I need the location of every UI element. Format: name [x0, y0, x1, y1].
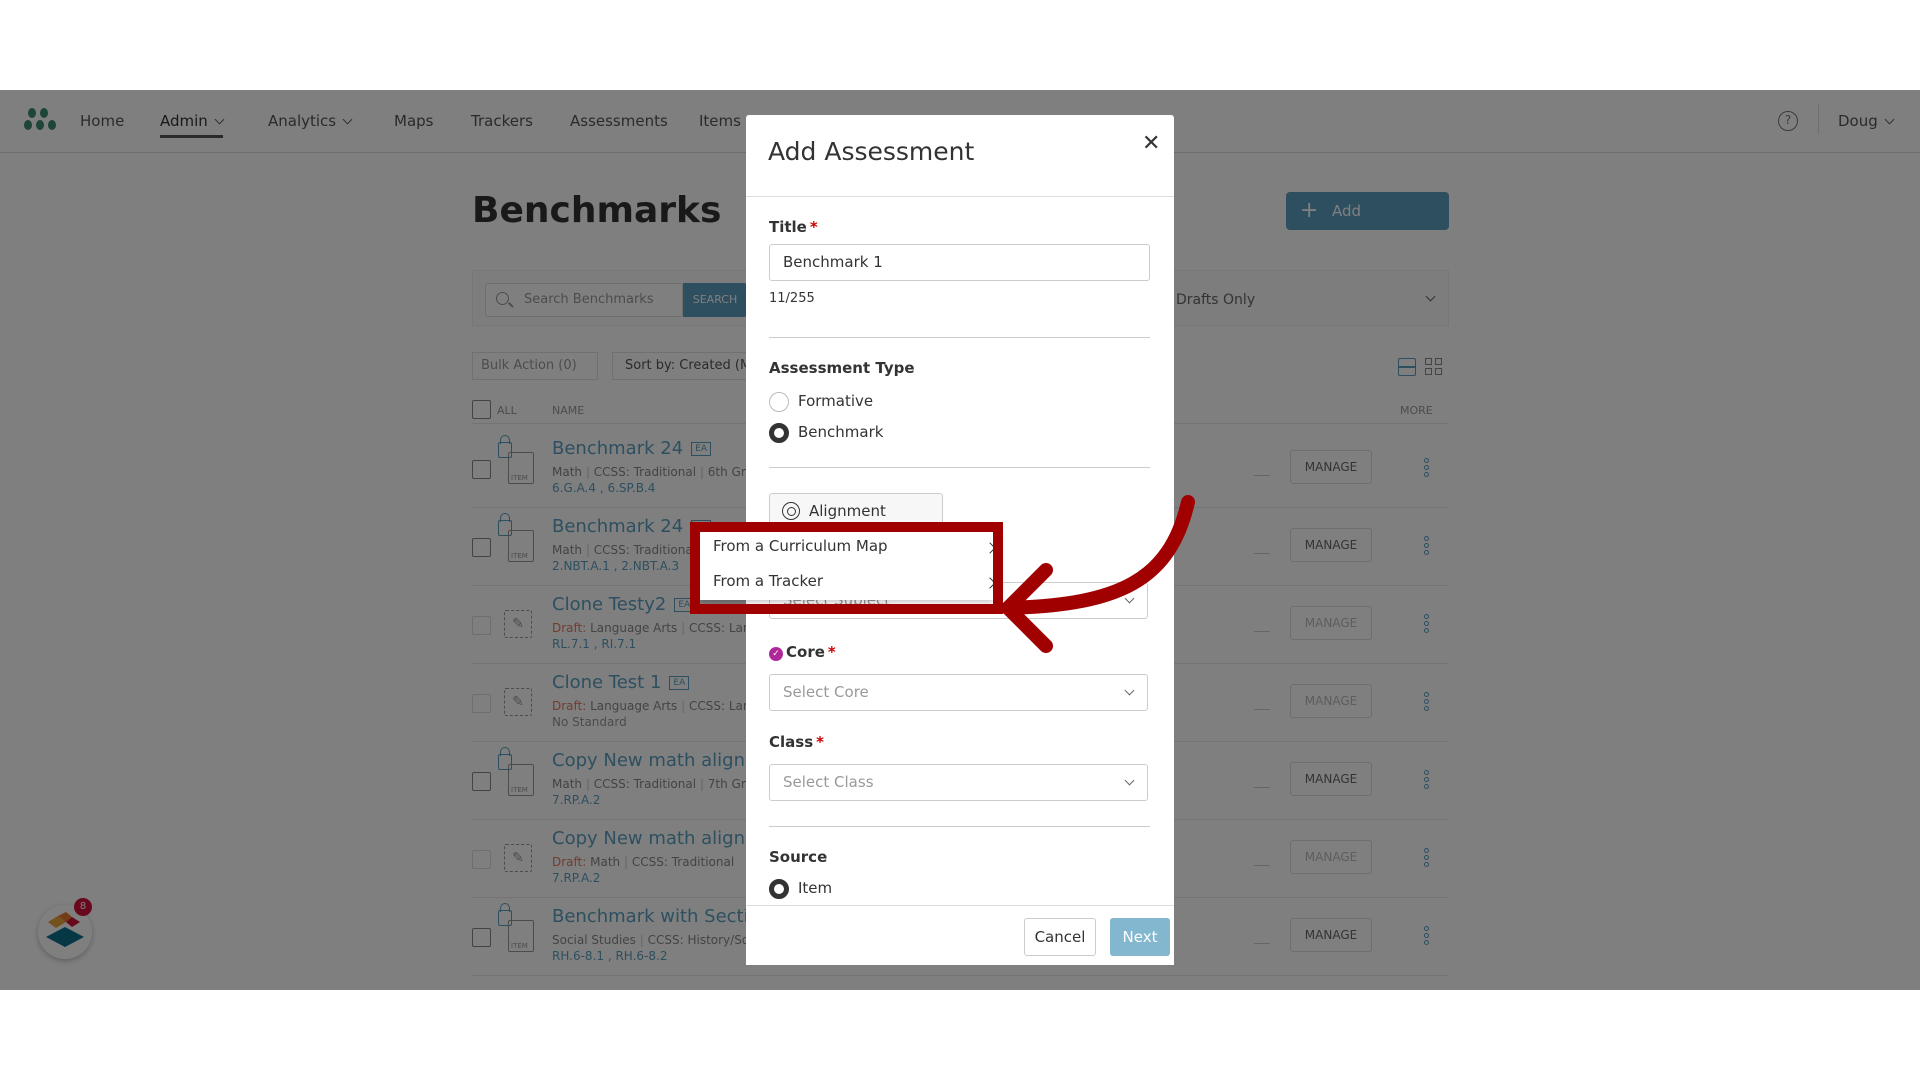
radio-item[interactable] — [769, 879, 789, 899]
label-text: Title — [769, 218, 807, 236]
radio-label: Benchmark — [798, 423, 884, 441]
chevron-down-icon — [1124, 775, 1135, 786]
select-placeholder: Select Core — [783, 683, 869, 701]
modal-footer: Cancel Next — [746, 905, 1174, 965]
divider — [769, 337, 1150, 338]
divider — [769, 467, 1150, 468]
highlight-annotation — [690, 522, 1003, 614]
close-icon[interactable]: ✕ — [1142, 131, 1160, 156]
target-icon — [782, 502, 800, 520]
title-input[interactable]: Benchmark 1 — [769, 244, 1150, 281]
assessment-type-label: Assessment Type — [769, 359, 915, 377]
required-marker: * — [816, 733, 824, 751]
radio-label: Item — [798, 879, 833, 897]
class-select[interactable]: Select Class — [769, 764, 1148, 801]
required-marker: * — [827, 643, 836, 661]
char-counter: 11/255 — [769, 291, 815, 306]
radio-formative[interactable] — [769, 392, 789, 412]
modal-header: Add Assessment ✕ — [746, 115, 1174, 197]
core-label: ✓ Core * — [769, 643, 836, 662]
class-label: Class * — [769, 733, 824, 751]
label-text: Core — [786, 643, 825, 661]
app-screen: Home Admin Analytics Maps Trackers Asses… — [0, 90, 1920, 990]
label-text: Class — [769, 733, 814, 751]
required-marker: * — [809, 218, 818, 236]
select-placeholder: Select Class — [783, 773, 874, 791]
source-label: Source — [769, 848, 828, 866]
cancel-button[interactable]: Cancel — [1024, 918, 1096, 956]
radio-label: Formative — [798, 392, 874, 410]
verified-badge-icon: ✓ — [769, 647, 783, 661]
radio-benchmark[interactable] — [769, 423, 789, 443]
next-button[interactable]: Next — [1110, 918, 1170, 956]
title-label: Title * — [769, 218, 818, 236]
annotation-arrow-icon — [1001, 495, 1195, 653]
divider — [769, 826, 1150, 827]
modal-title: Add Assessment — [768, 137, 975, 166]
